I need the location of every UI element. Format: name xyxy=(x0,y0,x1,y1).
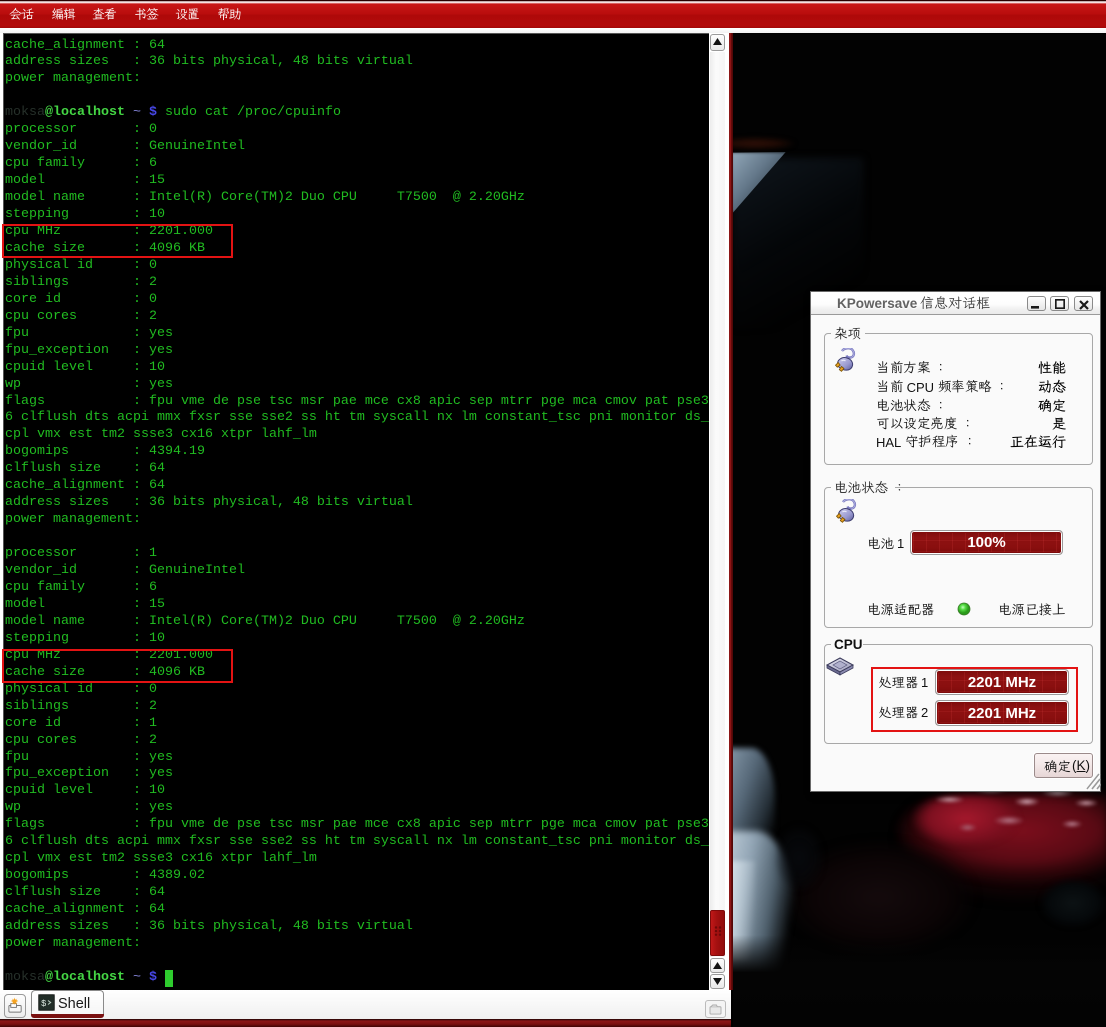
svg-text:$: $ xyxy=(41,999,47,1009)
